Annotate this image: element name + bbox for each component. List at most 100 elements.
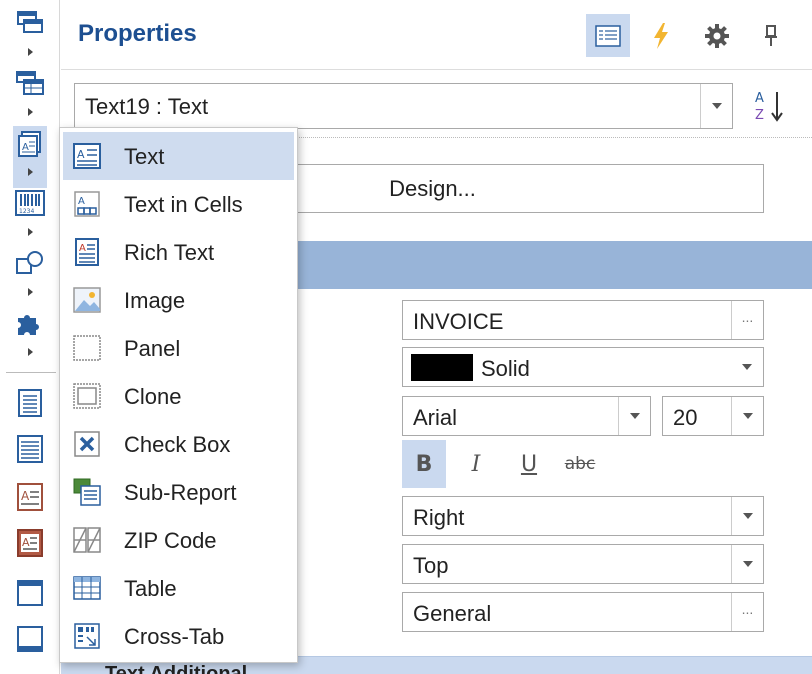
object-selector-value: Text19 : Text xyxy=(85,94,209,119)
panel-title: Properties xyxy=(78,20,197,47)
menu-item-sub-report[interactable]: Sub-Report xyxy=(63,468,294,516)
font-size-dropdown-button[interactable] xyxy=(731,397,763,435)
menu-item-table[interactable]: Table xyxy=(63,564,294,612)
events-lightning-icon xyxy=(654,22,668,49)
sub-report-icon xyxy=(73,478,101,506)
band-icon[interactable] xyxy=(13,6,47,40)
svg-text:A: A xyxy=(755,91,764,106)
events-button[interactable] xyxy=(639,14,683,57)
expand-arrow-icon[interactable] xyxy=(28,108,33,116)
barcode-icon[interactable]: 1234 xyxy=(13,186,47,220)
panel-icon[interactable] xyxy=(13,576,47,610)
chevron-down-icon xyxy=(742,413,753,419)
toolbox: A 1234 A A xyxy=(0,0,60,674)
properties-header: Properties xyxy=(61,0,812,70)
text-format-ellipsis-button[interactable]: ... xyxy=(731,593,763,631)
vert-alignment-value: Top xyxy=(413,553,449,578)
menu-item-panel[interactable]: Panel xyxy=(63,324,294,372)
menu-item-label: Clone xyxy=(124,384,182,409)
expand-arrow-icon[interactable] xyxy=(28,348,33,356)
font-name-dropdown-button[interactable] xyxy=(618,397,650,435)
window-icon[interactable] xyxy=(13,622,47,656)
svg-text:A: A xyxy=(77,148,85,161)
databand-icon[interactable] xyxy=(13,66,47,100)
menu-item-image[interactable]: Image xyxy=(63,276,294,324)
menu-item-clone[interactable]: Clone xyxy=(63,372,294,420)
horz-alignment-field[interactable]: Right xyxy=(402,496,764,536)
sort-az-icon: AZ xyxy=(755,91,783,123)
italic-button[interactable]: I xyxy=(454,440,498,488)
rich-text-icon[interactable]: A xyxy=(13,526,47,560)
menu-item-label: Check Box xyxy=(124,432,231,457)
text-icon[interactable]: A xyxy=(13,480,47,514)
horz-alignment-dropdown-button[interactable] xyxy=(731,497,763,535)
puzzle-components-icon[interactable] xyxy=(13,306,47,340)
properties-view-button[interactable] xyxy=(586,14,630,57)
svg-text:A: A xyxy=(78,196,85,207)
text-icon: A xyxy=(73,143,101,169)
svg-text:1234: 1234 xyxy=(19,208,34,215)
border-color-swatch xyxy=(411,354,473,381)
menu-item-label: Text xyxy=(124,144,165,169)
zip-code-icon xyxy=(73,527,101,553)
chevron-down-icon xyxy=(742,364,752,370)
expand-arrow-icon[interactable] xyxy=(28,228,33,236)
underline-button[interactable]: U xyxy=(507,440,551,488)
pin-button[interactable] xyxy=(749,14,793,57)
chevron-down-icon xyxy=(711,103,722,109)
text-value: INVOICE xyxy=(413,309,504,334)
menu-item-text[interactable]: A Text xyxy=(63,132,294,180)
cross-tab-icon xyxy=(74,623,100,649)
pin-icon xyxy=(765,24,777,46)
menu-item-label: ZIP Code xyxy=(124,528,217,553)
component-dropdown-menu: A Text A Text in Cells A Rich Text Image… xyxy=(59,127,298,663)
svg-text:A: A xyxy=(21,489,30,503)
text-field[interactable]: INVOICE ... xyxy=(402,300,764,340)
expand-arrow-icon[interactable] xyxy=(28,48,33,56)
menu-item-label: Cross-Tab xyxy=(124,624,225,649)
expand-arrow-icon[interactable] xyxy=(28,168,33,176)
font-name-value: Arial xyxy=(413,405,458,430)
expand-arrow-icon[interactable] xyxy=(28,288,33,296)
clone-icon xyxy=(73,383,101,409)
border-value: Solid xyxy=(481,356,530,381)
text-format-value: General xyxy=(413,601,492,626)
sort-button[interactable]: AZ xyxy=(749,84,789,128)
text-component-icon[interactable]: A xyxy=(13,126,47,188)
object-selector-dropdown-button[interactable] xyxy=(700,84,732,128)
menu-item-rich-text[interactable]: A Rich Text xyxy=(63,228,294,276)
menu-item-label: Image xyxy=(124,288,186,313)
vert-alignment-dropdown-button[interactable] xyxy=(731,545,763,583)
text-format-field[interactable]: General ... xyxy=(402,592,764,632)
bold-button[interactable]: B xyxy=(402,440,446,488)
text-ellipsis-button[interactable]: ... xyxy=(731,301,763,339)
report-page-icon[interactable] xyxy=(13,432,47,466)
border-field[interactable]: Solid xyxy=(402,347,764,387)
toolbox-divider xyxy=(6,372,56,373)
border-dropdown-button[interactable] xyxy=(731,348,763,386)
chevron-down-icon xyxy=(629,413,640,419)
font-size-field[interactable]: 20 xyxy=(662,396,764,436)
menu-item-cross-tab[interactable]: Cross-Tab xyxy=(63,612,294,660)
panel-icon xyxy=(73,335,101,361)
font-name-field[interactable]: Arial xyxy=(402,396,651,436)
menu-item-zip-code[interactable]: ZIP Code xyxy=(63,516,294,564)
menu-item-check-box[interactable]: Check Box xyxy=(63,420,294,468)
category-label: Text Additional xyxy=(105,663,248,674)
check-box-icon xyxy=(74,431,100,457)
horz-alignment-value: Right xyxy=(413,505,465,530)
menu-item-label: Text in Cells xyxy=(124,192,243,217)
font-size-value: 20 xyxy=(673,405,698,430)
shapes-icon[interactable] xyxy=(13,246,47,280)
page-icon[interactable] xyxy=(13,386,47,420)
menu-item-label: Sub-Report xyxy=(124,480,237,505)
settings-button[interactable] xyxy=(695,14,739,57)
settings-gear-icon xyxy=(705,23,729,48)
strikeout-button[interactable]: abc xyxy=(558,440,602,488)
svg-text:A: A xyxy=(22,142,29,153)
rich-text-icon: A xyxy=(75,238,99,266)
vert-alignment-field[interactable]: Top xyxy=(402,544,764,584)
svg-text:A: A xyxy=(79,243,86,254)
object-selector[interactable]: Text19 : Text xyxy=(74,83,733,129)
menu-item-text-in-cells[interactable]: A Text in Cells xyxy=(63,180,294,228)
